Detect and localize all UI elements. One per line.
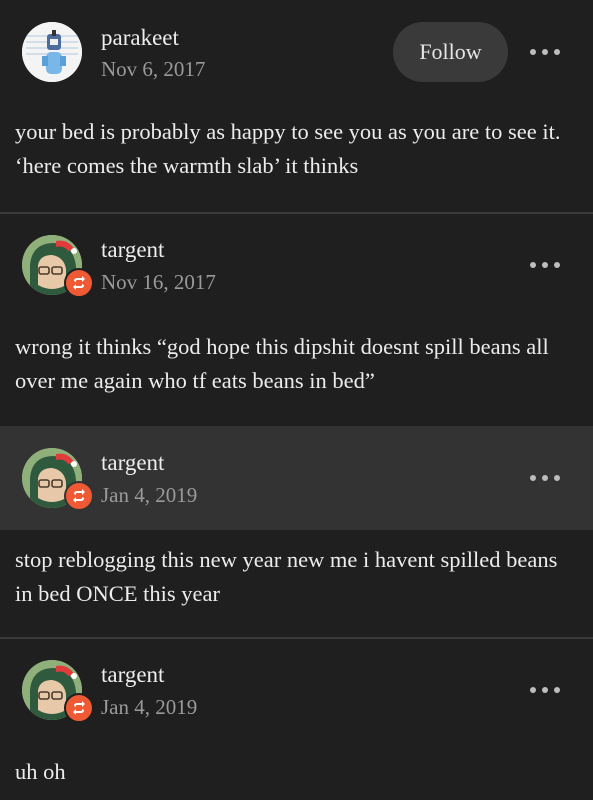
reblog-icon [64, 693, 94, 723]
more-options-icon[interactable] [530, 684, 560, 696]
parakeet-avatar-image [22, 22, 82, 82]
more-dot [554, 687, 560, 693]
more-dot [542, 687, 548, 693]
reblog-icon [64, 268, 94, 298]
more-dot [542, 475, 548, 481]
more-dot [530, 49, 536, 55]
more-dot [530, 475, 536, 481]
post-body: wrong it thinks “god hope this dipshit d… [15, 334, 549, 393]
post-date[interactable]: Nov 16, 2017 [101, 270, 216, 295]
more-options-icon[interactable] [530, 472, 560, 484]
more-dot [530, 262, 536, 268]
divider [0, 212, 593, 214]
post-body: uh oh [15, 759, 66, 784]
post-date[interactable]: Jan 4, 2019 [101, 483, 197, 508]
post-username[interactable]: targent [101, 450, 164, 476]
follow-button[interactable]: Follow [393, 22, 508, 82]
highlighted-post-header [0, 426, 593, 530]
post-username[interactable]: targent [101, 237, 164, 263]
more-dot [542, 49, 548, 55]
more-options-icon[interactable] [530, 259, 560, 271]
more-dot [542, 262, 548, 268]
divider [0, 637, 593, 639]
reblog-icon [64, 481, 94, 511]
more-dot [554, 475, 560, 481]
post-body: your bed is probably as happy to see you… [15, 119, 561, 178]
avatar-parakeet[interactable] [22, 22, 82, 82]
more-options-icon[interactable] [530, 46, 560, 58]
more-dot [554, 49, 560, 55]
post-body: stop reblogging this new year new me i h… [15, 547, 558, 606]
more-dot [554, 262, 560, 268]
post-date[interactable]: Jan 4, 2019 [101, 695, 197, 720]
post-username[interactable]: targent [101, 662, 164, 688]
post-date[interactable]: Nov 6, 2017 [101, 57, 205, 82]
post-username[interactable]: parakeet [101, 25, 179, 51]
more-dot [530, 687, 536, 693]
